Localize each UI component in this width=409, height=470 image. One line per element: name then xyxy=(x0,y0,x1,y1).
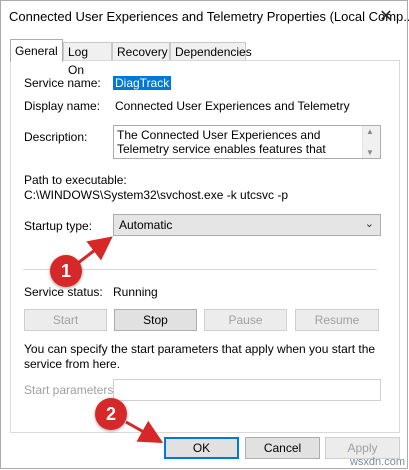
description-label: Description: xyxy=(24,130,88,144)
start-button[interactable]: Start xyxy=(24,309,107,331)
annotation-badge-2: 2 xyxy=(95,398,127,430)
start-parameters-input[interactable] xyxy=(113,379,381,401)
tab-dependencies[interactable]: Dependencies xyxy=(170,42,252,61)
service-name-label: Service name: xyxy=(24,76,101,90)
annotation-badge-1: 1 xyxy=(50,255,82,287)
stop-button[interactable]: Stop xyxy=(114,309,197,331)
description-box[interactable]: The Connected User Experiences and Telem… xyxy=(113,125,381,159)
properties-dialog: Connected User Experiences and Telemetry… xyxy=(0,0,409,469)
start-parameters-label: Start parameters: xyxy=(24,383,117,397)
display-name-value[interactable]: Connected User Experiences and Telemetry xyxy=(115,99,350,113)
tab-general[interactable]: General xyxy=(10,39,63,62)
scroll-down-icon[interactable]: ▼ xyxy=(366,148,374,157)
display-name-label: Display name: xyxy=(24,99,101,113)
path-value[interactable]: C:\WINDOWS\System32\svchost.exe -k utcsv… xyxy=(24,188,288,202)
startup-type-label: Startup type: xyxy=(24,219,93,233)
tab-recovery[interactable]: Recovery xyxy=(112,42,170,61)
description-text: The Connected User Experiences and Telem… xyxy=(117,128,326,158)
watermark: wsxdn.com xyxy=(349,456,405,468)
service-name-value[interactable]: DiagTrack xyxy=(113,76,172,90)
service-status-value: Running xyxy=(113,285,158,299)
startup-type-select[interactable]: Automatic ⌄ xyxy=(113,214,381,236)
pause-button[interactable]: Pause xyxy=(204,309,287,331)
cancel-button[interactable]: Cancel xyxy=(245,437,320,459)
description-scrollbar[interactable]: ▲ ▼ xyxy=(362,126,380,158)
start-parameters-hint: You can specify the start parameters tha… xyxy=(24,342,376,371)
ok-button[interactable]: OK xyxy=(164,437,239,459)
startup-type-value: Automatic xyxy=(119,218,173,232)
resume-button[interactable]: Resume xyxy=(295,309,379,331)
service-status-label: Service status: xyxy=(24,285,103,299)
title-bar: Connected User Experiences and Telemetry… xyxy=(1,1,409,33)
scroll-up-icon[interactable]: ▲ xyxy=(366,127,374,136)
path-label: Path to executable: xyxy=(24,173,127,187)
window-title: Connected User Experiences and Telemetry… xyxy=(9,9,409,24)
close-icon[interactable]: ✕ xyxy=(375,6,397,28)
tab-log-on[interactable]: Log On xyxy=(63,42,112,77)
general-panel xyxy=(10,60,400,433)
chevron-down-icon: ⌄ xyxy=(364,218,374,230)
